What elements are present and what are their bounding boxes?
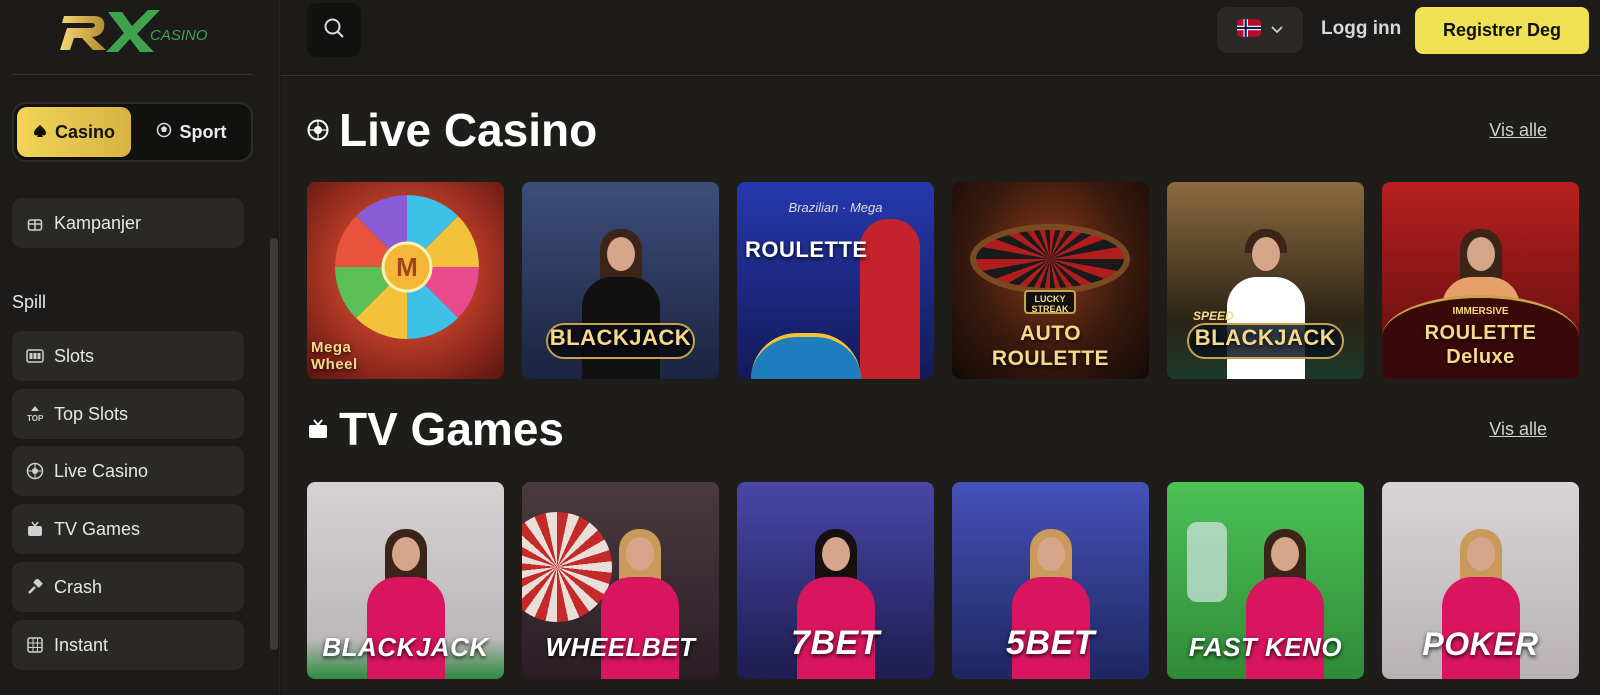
game-card-mega-roulette[interactable]: Brazilian · Mega ROULETTE — [737, 182, 934, 379]
game-card-title: ROULETTE Deluxe — [1424, 322, 1537, 368]
roulette-wheel — [751, 333, 861, 379]
slot-machine-icon — [26, 347, 44, 365]
sidebar-item-slots[interactable]: Slots — [12, 331, 244, 381]
norway-flag-icon — [1237, 18, 1261, 42]
game-card-title: POKER — [1422, 626, 1539, 662]
dealer-figure — [860, 219, 920, 379]
game-card-subtitle: IMMERSIVE — [1452, 306, 1509, 317]
grid-icon — [26, 636, 44, 654]
sidebar-item-label: TV Games — [54, 518, 141, 539]
register-button[interactable]: Registrer Deg — [1415, 7, 1589, 54]
top-header: Logg inn Registrer Deg — [281, 0, 1600, 76]
sidebar-item-label: Crash — [54, 576, 103, 597]
game-card-title: BLACKJACK — [1194, 325, 1337, 350]
game-card-wheelbet[interactable]: WHEELBET — [522, 482, 719, 679]
sidebar-item-label: Live Casino — [54, 460, 149, 481]
svg-text:TOP: TOP — [27, 414, 44, 423]
brand-logo[interactable]: CASINO — [60, 6, 210, 56]
game-card-auto-roulette[interactable]: LUCKY STREAK AUTO ROULETTE — [952, 182, 1149, 379]
tv-games-row: BLACKJACK WHEELBET 7BET 5BET FAST KENO P… — [307, 482, 1579, 679]
game-card-7bet[interactable]: 7BET — [737, 482, 934, 679]
game-card-title: Mega Wheel — [311, 339, 358, 373]
view-all-live-casino-link[interactable]: Vis alle — [1489, 120, 1547, 141]
sidebar-item-label: Instant — [54, 634, 109, 655]
section-title-tv-games: TV Games — [307, 402, 564, 456]
game-card-immersive-roulette[interactable]: IMMERSIVE ROULETTE Deluxe — [1382, 182, 1579, 379]
spade-icon — [33, 122, 47, 143]
keno-machine — [1187, 522, 1227, 602]
casino-mode-label: Casino — [54, 121, 115, 142]
sidebar-item-live-casino[interactable]: Live Casino — [12, 446, 244, 496]
search-icon — [323, 17, 345, 44]
game-card-title: BLACKJACK — [549, 325, 692, 350]
section-title-text: TV Games — [339, 403, 564, 455]
sidebar: CASINO Casino Sport Kampanjer Spill Slot… — [0, 0, 280, 695]
view-all-tv-games-link[interactable]: Vis alle — [1489, 419, 1547, 440]
app-root: CASINO Casino Sport Kampanjer Spill Slot… — [0, 0, 1600, 695]
sport-mode-label: Sport — [179, 121, 227, 142]
search-button[interactable] — [307, 3, 361, 57]
chevron-down-icon — [1271, 21, 1283, 39]
svg-text:M: M — [396, 252, 418, 282]
game-card-title: ROULETTE — [745, 237, 868, 262]
live-casino-row: M Mega Wheel BLACKJACK Brazilian · Mega … — [307, 182, 1579, 379]
game-card-title: WHEELBET — [545, 632, 696, 662]
section-title-live-casino: Live Casino — [307, 103, 597, 157]
top-icon: TOP — [26, 405, 44, 423]
game-card-fast-keno[interactable]: FAST KENO — [1167, 482, 1364, 679]
game-card-5bet[interactable]: 5BET — [952, 482, 1149, 679]
roulette-icon — [307, 119, 329, 141]
mode-toggle: Casino Sport — [12, 102, 253, 162]
game-card-title: 7BET — [791, 624, 880, 662]
tv-icon — [26, 520, 44, 538]
hammer-icon — [26, 578, 44, 596]
tv-icon — [307, 418, 329, 440]
roulette-wheel — [970, 224, 1130, 294]
game-card-title: BLACKJACK — [322, 632, 489, 662]
main-content: Live Casino Vis alle M Mega Wheel BLACKJ… — [281, 77, 1600, 695]
game-card-subtitle: SPEED — [1193, 309, 1234, 323]
game-card-subtitle: Brazilian · Mega — [788, 200, 883, 215]
sidebar-item-crash[interactable]: Crash — [12, 562, 244, 612]
game-card-poker[interactable]: POKER — [1382, 482, 1579, 679]
language-selector[interactable] — [1217, 7, 1303, 53]
sidebar-scrollbar[interactable] — [270, 238, 278, 650]
casino-mode-button[interactable]: Casino — [17, 107, 131, 157]
roulette-icon — [26, 462, 44, 480]
game-card-speed-blackjack[interactable]: SPEED BLACKJACK — [1167, 182, 1364, 379]
sidebar-item-label: Slots — [54, 345, 95, 366]
sidebar-item-top-slots[interactable]: TOP Top Slots — [12, 389, 244, 439]
sidebar-item-label: Top Slots — [54, 403, 129, 424]
section-title-text: Live Casino — [339, 104, 598, 156]
game-card-title: FAST KENO — [1188, 632, 1343, 662]
sidebar-item-instant[interactable]: Instant — [12, 620, 244, 670]
sport-mode-button[interactable]: Sport — [134, 107, 248, 157]
sidebar-item-label: Kampanjer — [54, 212, 142, 233]
game-card-blackjack[interactable]: BLACKJACK — [522, 182, 719, 379]
game-card-tv-blackjack[interactable]: BLACKJACK — [307, 482, 504, 679]
game-card-subtitle: LUCKY STREAK — [1024, 290, 1076, 314]
sidebar-heading-games: Spill — [12, 292, 47, 312]
logo-divider — [12, 74, 253, 75]
game-card-mega-wheel[interactable]: M Mega Wheel — [307, 182, 504, 379]
login-link[interactable]: Logg inn — [1321, 18, 1401, 40]
sidebar-item-tv-games[interactable]: TV Games — [12, 504, 244, 554]
game-card-title: 5BET — [1006, 624, 1095, 662]
sidebar-item-kampanjer[interactable]: Kampanjer — [12, 198, 244, 248]
gift-icon — [26, 214, 44, 232]
ball-icon — [156, 122, 172, 143]
logo-casino-text: CASINO — [150, 27, 208, 44]
game-card-title: AUTO ROULETTE — [991, 322, 1110, 370]
